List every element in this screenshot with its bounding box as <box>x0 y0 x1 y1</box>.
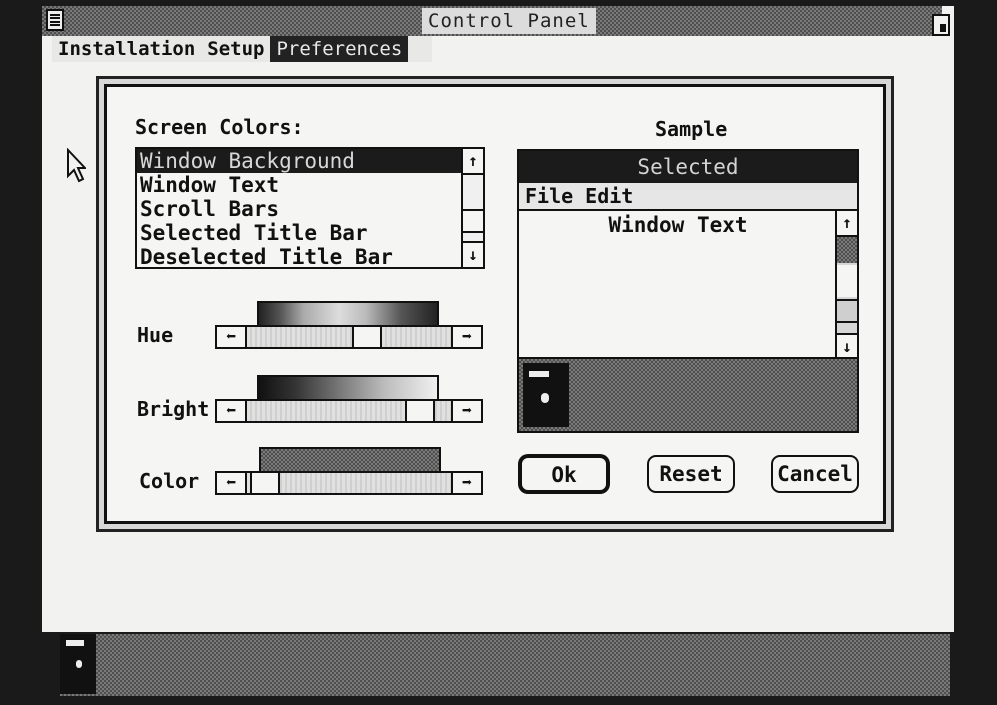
hue-swatch <box>257 301 439 327</box>
bright-slider-thumb[interactable] <box>405 401 435 421</box>
scroll-thumb[interactable] <box>837 299 857 323</box>
hue-slider-thumb[interactable] <box>352 327 382 347</box>
sample-title-bar[interactable]: Selected <box>519 151 857 183</box>
app-icon[interactable] <box>523 363 569 427</box>
color-slider[interactable]: ⬅ ➡ <box>215 471 483 495</box>
screen-colors-dialog: Screen Colors: Sample Window Background … <box>104 84 886 524</box>
scroll-thumb[interactable] <box>463 209 483 233</box>
screen: Control Panel Installation Setup Prefere… <box>42 6 954 632</box>
maximize-icon[interactable] <box>932 14 950 36</box>
menu-preferences[interactable]: Preferences <box>270 36 409 62</box>
sample-window-text: Window Text <box>608 213 748 237</box>
screen-colors-list[interactable]: Window Background Window Text Scroll Bar… <box>135 147 485 269</box>
scroll-track-segment[interactable] <box>837 265 857 297</box>
scroll-track-segment[interactable] <box>837 237 857 263</box>
title-bar[interactable]: Control Panel <box>42 6 950 36</box>
arrow-cursor-icon <box>67 148 86 183</box>
menu-bar: Installation Setup Preferences <box>52 36 432 62</box>
list-scrollbar[interactable]: ↑ ↓ <box>461 149 483 267</box>
up-arrow-icon[interactable]: ↑ <box>463 149 483 175</box>
app-icon[interactable] <box>60 634 96 694</box>
cancel-button[interactable]: Cancel <box>771 455 859 493</box>
hue-slider[interactable]: ⬅ ➡ <box>215 325 483 349</box>
up-arrow-icon[interactable]: ↑ <box>837 211 857 237</box>
right-arrow-icon[interactable]: ➡ <box>451 473 481 493</box>
bright-label: Bright <box>137 397 210 421</box>
down-arrow-icon[interactable]: ↓ <box>837 333 857 359</box>
menu-installation[interactable]: Installation <box>52 36 201 62</box>
bright-swatch <box>257 375 439 401</box>
sample-menu-file[interactable]: File <box>519 183 579 209</box>
color-slider-thumb[interactable] <box>250 473 280 493</box>
menu-setup[interactable]: Setup <box>201 36 270 62</box>
down-arrow-icon[interactable]: ↓ <box>463 241 483 267</box>
sample-scrollbar[interactable]: ↑ ↓ <box>835 211 857 359</box>
left-arrow-icon[interactable]: ⬅ <box>217 473 247 493</box>
sample-label: Sample <box>655 117 728 141</box>
system-menu-icon[interactable] <box>46 9 64 31</box>
left-arrow-icon[interactable]: ⬅ <box>217 327 247 347</box>
ok-button[interactable]: Ok <box>519 455 609 493</box>
list-item[interactable]: Deselected Title Bar <box>137 245 462 269</box>
sample-menu-edit[interactable]: Edit <box>579 183 639 209</box>
color-swatch <box>259 447 441 473</box>
color-label: Color <box>139 469 200 493</box>
left-arrow-icon[interactable]: ⬅ <box>217 401 247 421</box>
sample-window: Selected File Edit Window Text ↑ ↓ <box>517 149 859 433</box>
list-item[interactable]: Window Text <box>137 173 462 197</box>
right-arrow-icon[interactable]: ➡ <box>451 327 481 347</box>
right-arrow-icon[interactable]: ➡ <box>451 401 481 421</box>
window-title: Control Panel <box>422 8 596 34</box>
list-item[interactable]: Window Background <box>137 149 462 173</box>
screen-colors-label: Screen Colors: <box>135 115 304 139</box>
bright-slider[interactable]: ⬅ ➡ <box>215 399 483 423</box>
desktop-strip <box>60 634 950 696</box>
reset-button[interactable]: Reset <box>647 455 735 493</box>
sample-menu-bar: File Edit <box>519 183 857 211</box>
sample-desktop <box>519 357 857 431</box>
list-item[interactable]: Scroll Bars <box>137 197 462 221</box>
hue-label: Hue <box>137 323 174 347</box>
list-item[interactable]: Selected Title Bar <box>137 221 462 245</box>
